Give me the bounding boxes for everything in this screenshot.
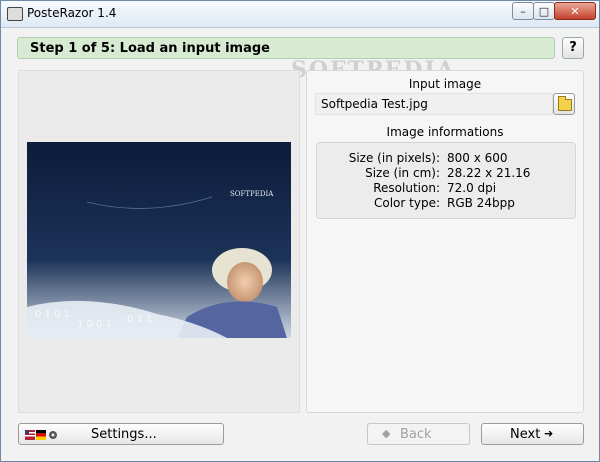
info-value: 800 x 600 <box>447 151 508 165</box>
maximize-button[interactable]: □ <box>533 2 555 20</box>
filename-text: Softpedia Test.jpg <box>321 97 428 111</box>
back-label: Back <box>400 427 432 442</box>
step-title: Step 1 of 5: Load an input image <box>30 41 270 56</box>
info-key: Resolution: <box>373 181 440 195</box>
settings-button[interactable]: Settings... <box>18 423 224 445</box>
filename-field[interactable]: Softpedia Test.jpg <box>315 93 553 115</box>
folder-icon <box>558 96 572 111</box>
preview-logo: SOFTPEDIA <box>230 190 274 198</box>
open-file-button[interactable] <box>553 93 575 115</box>
info-value: 72.0 dpi <box>447 181 497 195</box>
step-header: Step 1 of 5: Load an input image <box>17 37 555 59</box>
help-button[interactable]: ? <box>562 37 584 59</box>
language-flags-icon <box>25 430 57 440</box>
svg-text:1 0 0 1: 1 0 0 1 <box>77 319 112 330</box>
next-label: Next <box>510 427 541 442</box>
image-preview: SOFTPEDIA 0 1 0 1 1 0 0 1 0 1 1 <box>27 142 291 338</box>
preview-panel: SOFTPEDIA 0 1 0 1 1 0 0 1 0 1 1 <box>18 70 300 413</box>
app-icon <box>7 7 23 21</box>
next-button[interactable]: Next ➜ <box>481 423 584 445</box>
settings-label: Settings... <box>91 427 157 442</box>
info-value: RGB 24bpp <box>447 196 515 210</box>
title-bar[interactable]: PosteRazor 1.4 – □ ✕ <box>1 1 599 28</box>
info-value: 28.22 x 21.16 <box>447 166 531 180</box>
info-row-resolution: Resolution: 72.0 dpi <box>317 181 575 196</box>
app-window: PosteRazor 1.4 – □ ✕ SOFTPEDIA Step 1 of… <box>0 0 600 462</box>
close-button[interactable]: ✕ <box>554 2 596 20</box>
info-key: Size (in cm): <box>365 166 440 180</box>
info-panel: Input image Softpedia Test.jpg Image inf… <box>306 70 584 413</box>
info-row-color-type: Color type: RGB 24bpp <box>317 196 575 211</box>
arrow-left-icon: ◆ <box>382 427 391 440</box>
info-key: Size (in pixels): <box>348 151 440 165</box>
info-key: Color type: <box>374 196 440 210</box>
minimize-button[interactable]: – <box>512 2 534 20</box>
window-title: PosteRazor 1.4 <box>27 6 117 20</box>
input-image-heading: Input image <box>408 77 482 91</box>
image-info-box: Size (in pixels): 800 x 600 Size (in cm)… <box>316 142 576 219</box>
info-row-cm: Size (in cm): 28.22 x 21.16 <box>317 166 575 181</box>
svg-text:0 1 1: 0 1 1 <box>127 314 152 325</box>
image-info-heading: Image informations <box>386 125 504 139</box>
info-row-pixels: Size (in pixels): 800 x 600 <box>317 151 575 166</box>
back-button[interactable]: ◆ Back <box>367 423 470 445</box>
arrow-right-icon: ➜ <box>544 427 554 440</box>
svg-text:0 1 0 1: 0 1 0 1 <box>35 309 70 320</box>
